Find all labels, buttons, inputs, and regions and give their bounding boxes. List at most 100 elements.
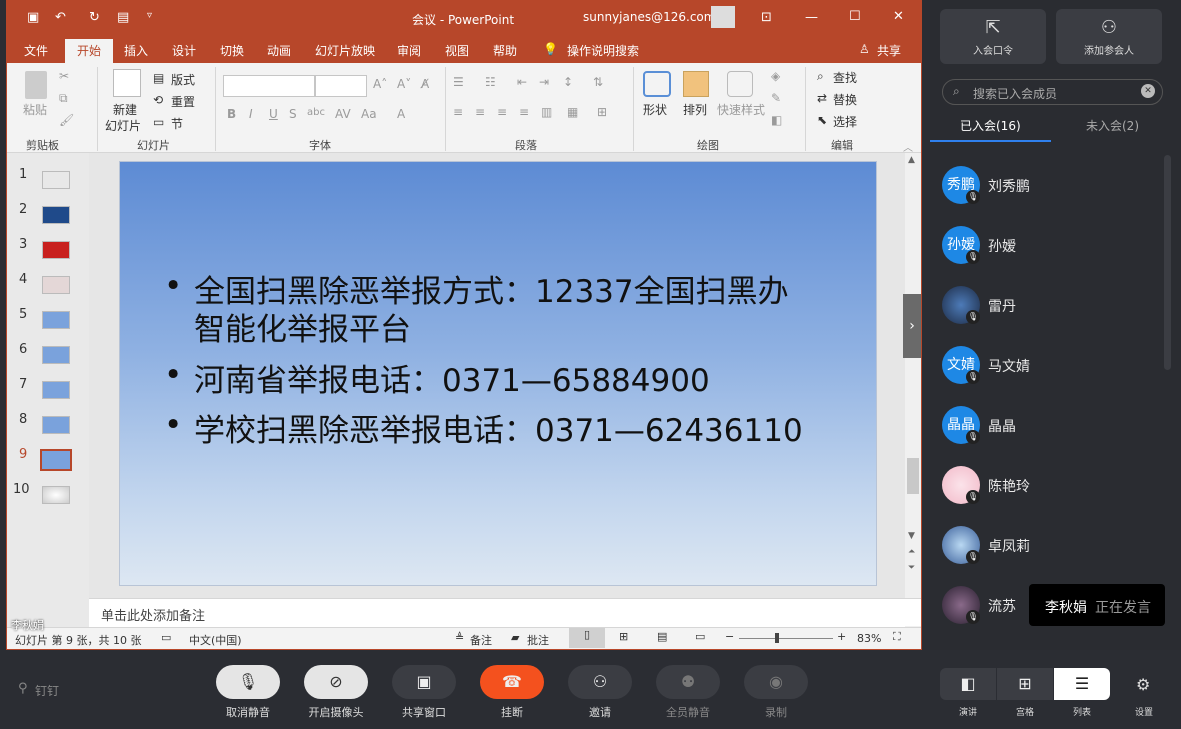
tab-transitions[interactable]: 切换 [220,42,244,59]
customize-qat-icon[interactable]: ▿ [147,10,152,21]
sorter-view-icon[interactable]: ⊞ [619,630,628,643]
font-size-select[interactable] [315,75,367,97]
scroll-down-icon[interactable]: ▼ [908,531,915,541]
tab-review[interactable]: 审阅 [397,42,421,59]
tab-slideshow[interactable]: 幻灯片放映 [315,42,375,59]
shadow-icon[interactable]: S [289,107,297,121]
zoom-slider[interactable] [739,638,833,639]
thumbnail[interactable] [42,381,70,399]
comments-icon[interactable]: ▰ [511,631,519,644]
tab-file[interactable]: 文件 [24,42,48,59]
ribbon-display-icon[interactable]: ⊡ [761,10,772,25]
tab-joined[interactable]: 已入会(16) [960,117,1021,134]
new-slide-label[interactable]: 幻灯片 [105,117,141,134]
change-case-icon[interactable]: Aa [361,107,377,121]
shapes-button[interactable]: 形状 [643,101,667,118]
section-icon[interactable]: ▭ [153,115,164,129]
fit-slide-icon[interactable]: ⛶ [893,630,901,644]
account-avatar[interactable] [711,6,735,28]
align-right-icon[interactable]: ≡ [497,105,507,119]
collapse-ribbon-icon[interactable]: ︿ [903,139,913,154]
present-icon[interactable]: ▤ [117,10,129,25]
replace-icon[interactable]: ⇄ [817,91,827,105]
prev-slide-icon[interactable]: ⏶ [908,547,915,557]
current-slide[interactable]: • 全国扫黑除恶举报方式：12337全国扫黑办 智能化举报平台 • 河南省举报电… [119,161,877,586]
member-item[interactable]: 晶晶 🎙 晶晶 [942,406,1142,446]
list-view-button[interactable]: ☰ [1054,668,1110,700]
share-window-button[interactable]: ▣ [392,665,456,699]
notes-icon[interactable]: ≜ [455,631,464,644]
copy-icon[interactable]: ⧉ [59,91,68,106]
bold-icon[interactable]: B [227,107,236,121]
next-slide-icon[interactable]: ⏷ [908,563,915,573]
member-item[interactable]: 🎙 卓凤莉 [942,526,1142,566]
zoom-level[interactable]: 83% [857,632,881,645]
arrange-icon[interactable] [683,71,709,97]
increase-indent-icon[interactable]: ⇥ [539,75,549,89]
justify-icon[interactable]: ≡ [519,105,529,119]
line-spacing-icon[interactable]: ↕ [563,75,573,89]
paste-button[interactable]: 粘贴 [23,101,47,118]
find-button[interactable]: 查找 [833,69,857,86]
scroll-up-icon[interactable]: ▲ [908,155,915,165]
save-icon[interactable]: ▣ [27,10,39,25]
redo-icon[interactable]: ↻ [89,10,100,25]
format-painter-icon[interactable]: 🖌 [59,113,74,127]
slideshow-view-icon[interactable]: ▭ [695,630,705,643]
char-spacing-icon[interactable]: AV [335,107,351,121]
spell-check-icon[interactable]: ▭ [161,631,171,644]
columns-icon[interactable]: ▦ [567,105,578,119]
text-direction-icon[interactable]: ⇅ [593,75,603,89]
quick-styles-icon[interactable] [727,71,753,97]
tab-insert[interactable]: 插入 [124,42,148,59]
tab-not-joined[interactable]: 未入会(2) [1086,117,1139,134]
thumbnail[interactable] [42,206,70,224]
record-button[interactable]: ◉ [744,665,808,699]
add-member-button[interactable]: ⚇ 添加参会人 [1056,9,1162,64]
thumbnail[interactable] [42,171,70,189]
distribute-icon[interactable]: ▥ [541,105,552,119]
quick-styles-button[interactable]: 快速样式 [717,101,765,118]
tell-me-search[interactable]: 操作说明搜索 [567,42,639,59]
numbering-icon[interactable]: ☷ [485,75,496,89]
shape-effects-icon[interactable]: ◧ [771,113,782,127]
chevron-right-icon[interactable]: › [903,294,921,358]
panel-scrollbar[interactable] [1164,155,1171,370]
shrink-font-icon[interactable]: A˅ [397,77,411,91]
font-color-icon[interactable]: A [397,107,405,121]
arrange-button[interactable]: 排列 [683,101,707,118]
notes-button[interactable]: 备注 [470,632,492,648]
layout-button[interactable]: 版式 [171,71,195,88]
reset-icon[interactable]: ⟲ [153,93,163,107]
thumbnail[interactable] [42,241,70,259]
comments-button[interactable]: 批注 [527,632,549,648]
thumbnail[interactable] [42,416,70,434]
zoom-out-icon[interactable]: − [725,630,734,643]
thumbnail[interactable] [42,486,70,504]
member-search-input[interactable]: ⌕ 搜索已入会成员 ✕ [942,79,1163,105]
align-left-icon[interactable]: ≡ [453,105,463,119]
camera-button[interactable]: ⊘ [304,665,368,699]
join-code-button[interactable]: ⇱ 入会口令 [940,9,1046,64]
share-button[interactable]: 共享 [877,42,901,59]
close-icon[interactable]: ✕ [893,9,904,24]
member-item[interactable]: 🎙 陈艳玲 [942,466,1142,506]
clear-icon[interactable]: ✕ [1141,84,1155,98]
reading-view-icon[interactable]: ▤ [657,630,667,643]
italic-icon[interactable]: I [249,107,253,121]
select-button[interactable]: 选择 [833,113,857,130]
unmute-button[interactable]: 🎙 [216,665,280,699]
undo-icon[interactable]: ↶ [55,10,66,25]
strikethrough-icon[interactable]: abc [307,107,325,118]
thumbnail[interactable] [42,346,70,364]
thumbnail[interactable] [42,311,70,329]
font-name-select[interactable] [223,75,315,97]
speaker-view-button[interactable]: ◧ [940,668,996,700]
new-slide-button[interactable]: 新建 [113,101,137,118]
replace-button[interactable]: 替换 [833,91,857,108]
language[interactable]: 中文(中国) [189,632,242,648]
member-item[interactable]: 秀鹏 🎙 刘秀鹏 [942,166,1142,206]
tab-help[interactable]: 帮助 [493,42,517,59]
layout-icon[interactable]: ▤ [153,71,164,85]
paste-icon[interactable] [25,71,47,99]
